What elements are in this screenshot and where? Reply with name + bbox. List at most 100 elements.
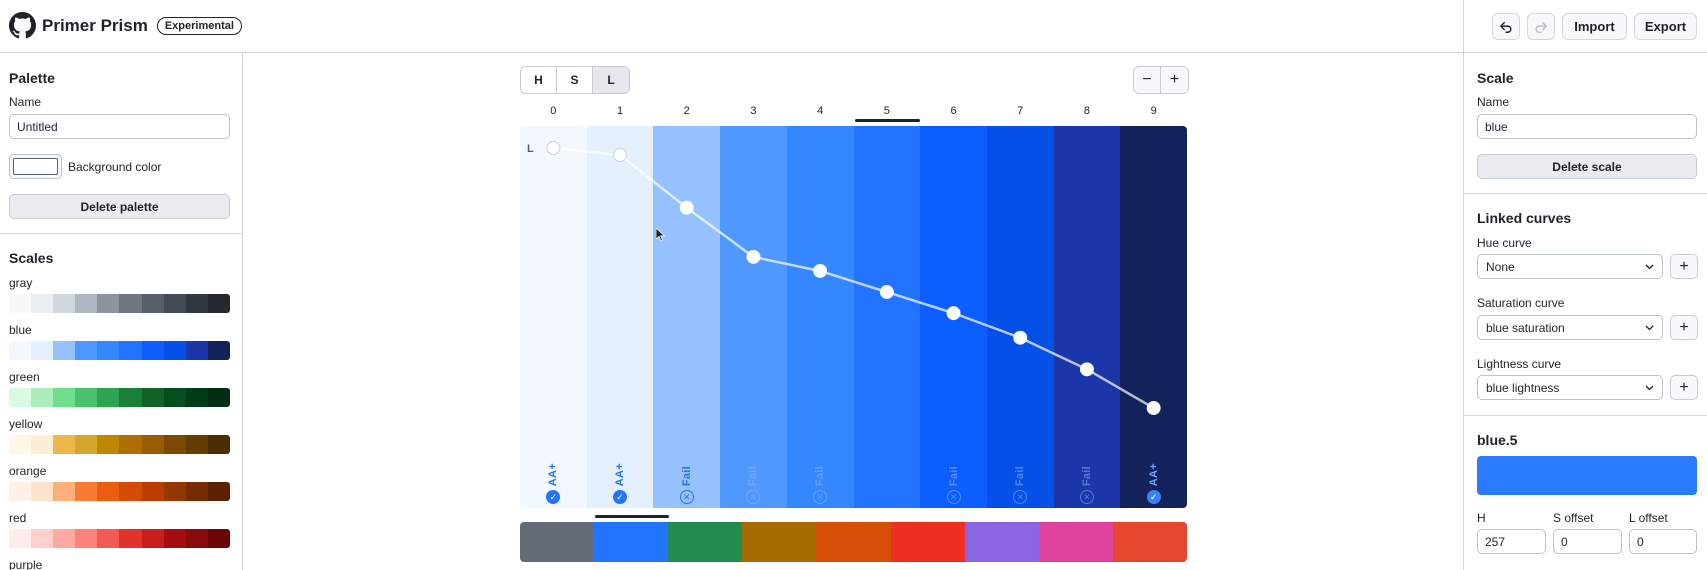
palette-scroll-thumb[interactable] <box>595 515 669 518</box>
right-divider-1 <box>1464 193 1707 194</box>
curve-point-6[interactable] <box>946 306 961 321</box>
scale-swatch <box>97 294 120 313</box>
curve-point-9[interactable] <box>1146 401 1161 415</box>
hue-input[interactable]: 257 <box>1477 529 1546 554</box>
palette-name-label: Name <box>9 95 42 109</box>
scale-swatch <box>163 482 186 501</box>
curve-point-4[interactable] <box>813 263 828 278</box>
palette-scale-swatch[interactable] <box>594 522 669 562</box>
scale-swatch <box>207 294 230 313</box>
background-color-picker[interactable] <box>9 154 62 179</box>
scale-swatch <box>9 388 32 407</box>
palette-scale-swatch[interactable] <box>742 522 817 562</box>
lightness-curve-select[interactable]: blue lightness <box>1477 375 1663 400</box>
selected-color-title: blue.5 <box>1477 432 1518 448</box>
scale-swatch <box>9 435 32 454</box>
column-index-8[interactable]: 8 <box>1054 105 1121 117</box>
palette-scale-swatch[interactable] <box>1038 522 1113 562</box>
column-index-4[interactable]: 4 <box>787 105 854 117</box>
hue-curve-select[interactable]: None <box>1477 254 1663 279</box>
scale-swatch <box>97 341 120 360</box>
mode-h-button[interactable]: H <box>521 67 557 93</box>
column-index-3[interactable]: 3 <box>720 105 787 117</box>
palette-scale-swatch[interactable] <box>520 522 595 562</box>
add-hue-curve-button[interactable]: + <box>1670 254 1698 279</box>
palette-scale-swatch[interactable] <box>816 522 891 562</box>
delete-palette-button[interactable]: Delete palette <box>9 194 230 219</box>
curve-point-2[interactable] <box>679 200 694 215</box>
scale-swatch <box>119 388 142 407</box>
chevron-down-icon <box>1645 264 1654 269</box>
column-index-9[interactable]: 9 <box>1120 105 1187 117</box>
palette-overview-strip <box>520 522 1187 562</box>
palette-scale-swatch[interactable] <box>890 522 965 562</box>
l-offset-input[interactable]: 0 <box>1629 529 1697 554</box>
header-divider <box>1463 0 1464 53</box>
lightness-curve[interactable]: L <box>520 126 1187 508</box>
curve-mode-toggle: H S L <box>520 66 630 94</box>
scale-item-label: yellow <box>9 417 43 431</box>
column-index-1[interactable]: 1 <box>587 105 654 117</box>
scale-swatch <box>185 388 208 407</box>
curve-point-0[interactable] <box>546 141 561 155</box>
scale-swatch <box>185 294 208 313</box>
mode-s-button[interactable]: S <box>557 67 593 93</box>
scale-item-blue[interactable]: blue <box>9 323 230 360</box>
scale-swatch <box>163 529 186 548</box>
scale-swatch <box>163 341 186 360</box>
column-index-7[interactable]: 7 <box>987 105 1054 117</box>
curve-point-3[interactable] <box>746 249 761 264</box>
curve-point-8[interactable] <box>1079 362 1094 377</box>
redo-button[interactable] <box>1527 13 1555 40</box>
scale-swatch <box>141 388 164 407</box>
linked-curves-title: Linked curves <box>1477 210 1572 226</box>
scale-item-red[interactable]: red <box>9 511 230 548</box>
scales-section-title: Scales <box>9 250 54 266</box>
palette-scale-swatch[interactable] <box>668 522 743 562</box>
column-index-2[interactable]: 2 <box>653 105 720 117</box>
scale-item-green[interactable]: green <box>9 370 230 407</box>
s-offset-input[interactable]: 0 <box>1553 529 1622 554</box>
zoom-in-button[interactable]: + <box>1161 67 1188 93</box>
scale-item-label: green <box>9 370 40 384</box>
curve-point-5[interactable] <box>879 285 894 300</box>
saturation-curve-select[interactable]: blue saturation <box>1477 315 1663 340</box>
scale-swatch <box>141 435 164 454</box>
mode-l-button[interactable]: L <box>593 67 629 93</box>
background-color-swatch <box>13 158 58 175</box>
palette-scale-swatch[interactable] <box>964 522 1039 562</box>
scale-swatch <box>207 529 230 548</box>
undo-icon <box>1500 21 1512 33</box>
curve-line <box>553 146 1155 410</box>
scale-item-gray[interactable]: gray <box>9 276 230 313</box>
scale-item-label: orange <box>9 464 47 478</box>
import-button[interactable]: Import <box>1562 13 1627 40</box>
redo-icon <box>1535 21 1547 33</box>
right-sidebar: Scale Name blue Delete scale Linked curv… <box>1463 53 1707 570</box>
add-lightness-curve-button[interactable]: + <box>1670 375 1698 400</box>
scale-swatch <box>97 482 120 501</box>
scale-item-purple[interactable]: purple <box>9 558 230 570</box>
delete-scale-button[interactable]: Delete scale <box>1477 154 1697 179</box>
column-index-0[interactable]: 0 <box>520 105 587 117</box>
column-index-5[interactable]: 5 <box>854 105 921 117</box>
experimental-badge: Experimental <box>156 16 242 35</box>
scale-swatch-strip <box>9 482 230 501</box>
chevron-down-icon <box>1645 385 1654 390</box>
zoom-out-button[interactable]: − <box>1134 67 1161 93</box>
palette-name-input[interactable]: Untitled <box>9 114 230 139</box>
scale-item-label: blue <box>9 323 32 337</box>
palette-scale-swatch[interactable] <box>1112 522 1187 562</box>
scale-swatch <box>207 341 230 360</box>
scale-item-orange[interactable]: orange <box>9 464 230 501</box>
add-saturation-curve-button[interactable]: + <box>1670 315 1698 340</box>
curve-point-7[interactable] <box>1013 330 1028 345</box>
scale-swatch <box>75 482 98 501</box>
export-button[interactable]: Export <box>1634 13 1697 40</box>
scale-swatch <box>141 529 164 548</box>
curve-point-1[interactable] <box>613 148 628 163</box>
scale-name-input[interactable]: blue <box>1477 114 1697 139</box>
scale-item-yellow[interactable]: yellow <box>9 417 230 454</box>
column-index-6[interactable]: 6 <box>920 105 987 117</box>
undo-button[interactable] <box>1492 13 1520 40</box>
